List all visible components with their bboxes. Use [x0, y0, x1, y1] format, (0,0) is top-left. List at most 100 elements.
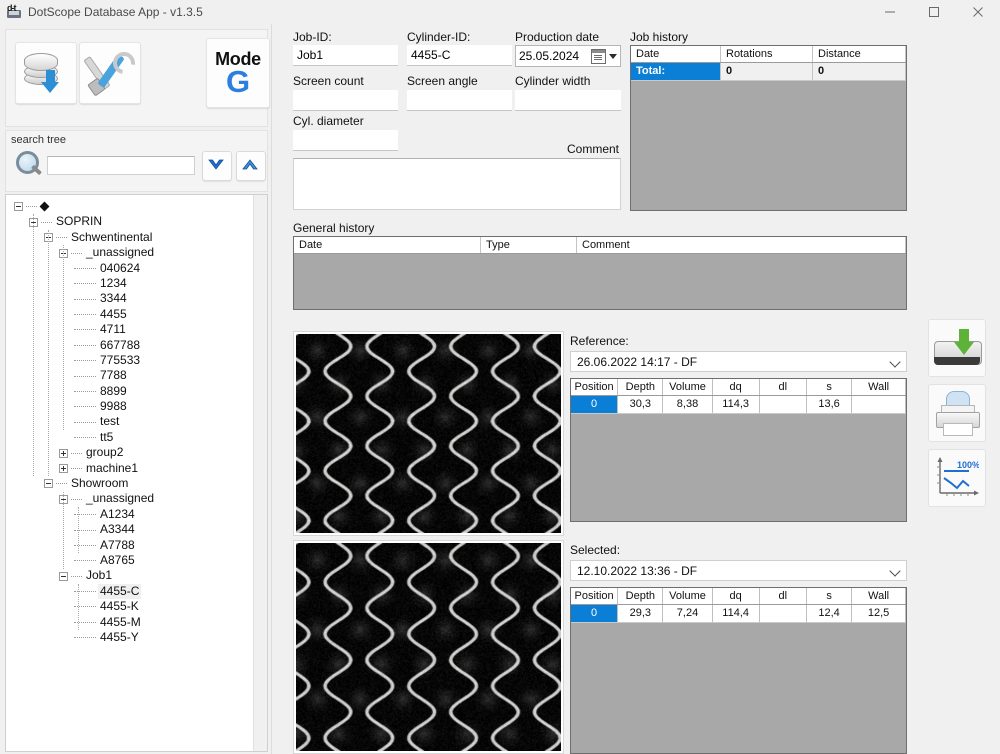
tree-item-a1234[interactable]: A1234 [6, 507, 267, 522]
tree-item-667788[interactable]: 667788 [6, 338, 267, 353]
tree-item-showroom[interactable]: Showroom [6, 476, 267, 491]
tree-scrollbar[interactable] [253, 195, 267, 751]
tree-item-label: 775533 [100, 352, 141, 367]
selected-select[interactable]: 12.10.2022 13:36 - DF [570, 560, 907, 581]
tree-connector [74, 375, 96, 377]
column-header[interactable]: Date [631, 46, 721, 62]
close-button[interactable] [956, 0, 1000, 24]
cyl-diameter-label: Cyl. diameter [293, 114, 364, 128]
column-header[interactable]: Wall [852, 588, 906, 604]
tree-item-unassigned[interactable]: _unassigned [6, 245, 267, 260]
column-header[interactable]: Rotations [721, 46, 813, 62]
column-header[interactable]: dl [760, 588, 807, 604]
tree-item-group2[interactable]: group2 [6, 445, 267, 460]
table-cell: 12,4 [807, 605, 853, 622]
tree-item-unassigned[interactable]: _unassigned [6, 491, 267, 506]
tree-item-775533[interactable]: 775533 [6, 353, 267, 368]
maximize-button[interactable] [912, 0, 956, 24]
table-row[interactable]: Total: 0 0 [631, 63, 906, 81]
column-header[interactable]: Volume [663, 379, 713, 395]
tree-expander-icon[interactable] [59, 571, 68, 581]
chart-button[interactable]: 100% [928, 449, 986, 507]
search-input[interactable] [47, 156, 195, 175]
screen-angle-input[interactable] [407, 90, 512, 111]
tree-expander-icon[interactable] [59, 448, 68, 458]
column-header[interactable]: Date [294, 237, 481, 253]
tree-item-8899[interactable]: 8899 [6, 384, 267, 399]
tree-item-label: 667788 [100, 337, 141, 352]
tree-item-4455-k[interactable]: 4455-K [6, 599, 267, 614]
screen-count-input[interactable] [293, 90, 398, 111]
selected-image-panel[interactable] [293, 540, 564, 754]
tree-item-4455[interactable]: 4455 [6, 307, 267, 322]
navigation-tree[interactable]: SOPRIN Schwentinental _unassigned 040624 123… [5, 194, 268, 752]
column-header[interactable]: dq [713, 379, 760, 395]
column-header[interactable]: Depth [618, 588, 664, 604]
job-history-grid[interactable]: Date Rotations Distance Total: 0 0 [630, 45, 907, 211]
tree-item-9988[interactable]: 9988 [6, 399, 267, 414]
tree-item-soprin[interactable]: SOPRIN [6, 214, 267, 229]
production-date-picker[interactable]: 25.05.2024 [515, 45, 621, 67]
column-header[interactable]: Type [481, 237, 577, 253]
reference-image-panel[interactable] [293, 331, 564, 536]
job-id-input[interactable] [293, 45, 398, 66]
tree-expander-icon[interactable] [14, 202, 23, 212]
column-header[interactable]: Depth [618, 379, 664, 395]
tree-expander-icon[interactable] [59, 463, 68, 473]
table-row[interactable]: 0 29,3 7,24 114,4 12,4 12,5 [571, 605, 906, 623]
print-button[interactable] [928, 384, 986, 442]
search-prev-button[interactable] [236, 151, 266, 181]
tree-item-a7788[interactable]: A7788 [6, 538, 267, 553]
tree-item-3344[interactable]: 3344 [6, 291, 267, 306]
column-header[interactable]: Position [571, 588, 619, 604]
column-header[interactable]: dq [713, 588, 760, 604]
tree-item-040624[interactable]: 040624 [6, 261, 267, 276]
tree-item-label: A7788 [100, 537, 135, 552]
cyl-diameter-input[interactable] [293, 130, 398, 151]
tools-settings-button[interactable] [79, 42, 141, 104]
tree-item-job1[interactable]: Job1 [6, 568, 267, 583]
column-header[interactable]: dl [760, 379, 807, 395]
chart-100-percent-icon: 100% [935, 457, 979, 499]
tree-item-label: Job1 [86, 568, 113, 583]
save-to-disk-button[interactable] [928, 319, 986, 377]
tree-item-4711[interactable]: 4711 [6, 322, 267, 337]
reference-grid[interactable]: Position Depth Volume dq dl s Wall 0 30,3 8,38 114… [570, 378, 907, 522]
tree-connector [74, 329, 96, 331]
reference-select[interactable]: 26.06.2022 14:17 - DF [570, 351, 907, 372]
tree-guide-line [33, 214, 34, 477]
column-header[interactable]: Distance [813, 46, 906, 62]
column-header[interactable]: s [807, 379, 853, 395]
tree-item-7788[interactable]: 7788 [6, 368, 267, 383]
column-header[interactable]: s [807, 588, 853, 604]
tree-item-a8765[interactable]: A8765 [6, 553, 267, 568]
tree-item-tt5[interactable]: tt5 [6, 430, 267, 445]
tree-item-label: 4711 [100, 322, 126, 337]
selected-grid[interactable]: Position Depth Volume dq dl s Wall 0 29,3 7,24 114… [570, 587, 907, 754]
tree-item-1234[interactable]: 1234 [6, 276, 267, 291]
tree-item-4455-y[interactable]: 4455-Y [6, 630, 267, 645]
search-next-button[interactable] [202, 151, 232, 181]
cylinder-width-input[interactable] [515, 90, 621, 111]
mode-indicator[interactable]: Mode G [206, 38, 270, 108]
tree-item-label: 8899 [100, 383, 127, 398]
table-row[interactable]: 0 30,3 8,38 114,3 13,6 [571, 396, 906, 414]
database-import-button[interactable] [15, 42, 77, 104]
general-history-grid[interactable]: Date Type Comment [293, 236, 907, 310]
column-header[interactable]: Comment [577, 237, 906, 253]
comment-textarea[interactable] [293, 158, 621, 210]
tree-item-4455-m[interactable]: 4455-M [6, 615, 267, 630]
column-header[interactable]: Wall [852, 379, 906, 395]
minimize-button[interactable] [868, 0, 912, 24]
tree-expander-icon[interactable] [44, 479, 53, 489]
column-header[interactable]: Volume [663, 588, 713, 604]
tree-item-test[interactable]: test [6, 414, 267, 429]
tree-item-label: 4455 [100, 306, 127, 321]
tree-item-machine1[interactable]: machine1 [6, 461, 267, 476]
tree-item-a3344[interactable]: A3344 [6, 522, 267, 537]
tree-item-root[interactable] [6, 199, 267, 214]
tree-item-4455-c[interactable]: 4455-C [6, 583, 267, 600]
cylinder-id-input[interactable] [407, 45, 512, 66]
column-header[interactable]: Position [571, 379, 619, 395]
tree-item-schwentinental[interactable]: Schwentinental [6, 230, 267, 245]
